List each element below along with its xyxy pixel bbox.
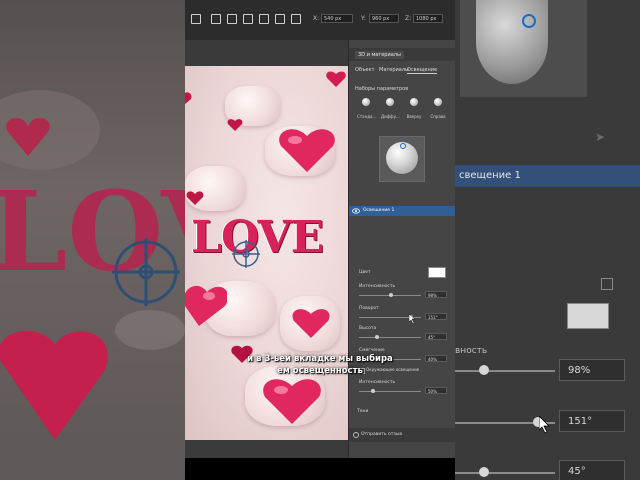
blurred-slider-knob: [479, 467, 489, 477]
feedback-bar: Отправить отзыв: [349, 428, 455, 442]
heart-icon: [279, 129, 335, 172]
blurred-slider-knob: [479, 365, 489, 375]
blurred-cursor-icon: [539, 416, 550, 434]
y-label: Y:: [361, 15, 366, 22]
blurred-preview-box: [460, 0, 587, 97]
blurred-background-right: ➤ свещение 1 вность 98% 151° 45°: [455, 0, 640, 480]
heart-icon: [292, 309, 330, 338]
align-left-icon[interactable]: [211, 14, 221, 24]
light-color-swatch[interactable]: [428, 267, 446, 278]
subtitle-line-2: ем освещенность: [277, 366, 363, 376]
subtitle-line-1: и в 3-ьей вкладке мы выбира: [247, 354, 393, 364]
preset-top-label: Вверху: [406, 114, 422, 119]
feedback-icon: [353, 432, 359, 438]
send-feedback-link[interactable]: Отправить отзыв: [361, 432, 402, 437]
light-position-handle[interactable]: [400, 143, 406, 149]
color-label: Цвет: [359, 270, 371, 275]
tab-lighting[interactable]: Освещение: [407, 67, 438, 74]
z-field[interactable]: 1080 px: [413, 14, 443, 23]
height-label: Высота: [359, 326, 377, 331]
light-target-icon[interactable]: [232, 240, 260, 268]
intensity-slider[interactable]: [359, 293, 421, 297]
height-slider[interactable]: [359, 335, 421, 339]
align-center-icon[interactable]: [227, 14, 237, 24]
blurred-preview-sphere: [476, 0, 548, 84]
presets-label: Наборы параметров: [355, 86, 409, 92]
z-label: Z:: [405, 15, 412, 22]
ambient-intensity-label: Интенсивность: [359, 380, 396, 385]
blurred-arrow-icon: ➤: [595, 130, 606, 144]
panel-header: 3D и материалы: [349, 48, 455, 61]
crosshair-icon: [112, 238, 180, 306]
rotation-field[interactable]: 151°: [425, 313, 447, 320]
align-top-icon[interactable]: [259, 14, 269, 24]
y-field[interactable]: 960 px: [369, 14, 399, 23]
preset-standard-icon[interactable]: [362, 98, 370, 106]
blurred-color-swatch: [567, 303, 609, 329]
heart-icon: [186, 191, 204, 205]
slider-knob[interactable]: [389, 293, 393, 297]
x-field[interactable]: 540 px: [321, 14, 353, 23]
intensity-field[interactable]: 98%: [425, 291, 447, 298]
3d-materials-panel: 3D и материалы Объект Материалы Освещени…: [348, 40, 455, 458]
heart-icon: [263, 379, 321, 424]
video-subtitle: и в 3-ьей вкладке мы выбира ем освещенно…: [240, 353, 400, 377]
slider-knob[interactable]: [371, 389, 375, 393]
light-layer-name: Освещение 1: [363, 208, 395, 213]
slider-knob[interactable]: [375, 335, 379, 339]
softness-field[interactable]: 40%: [425, 355, 447, 362]
align-middle-icon[interactable]: [275, 14, 285, 24]
preset-top-icon[interactable]: [410, 98, 418, 106]
blurred-intensity-label: вность: [455, 346, 488, 356]
blurred-layer-row: свещение 1: [455, 165, 640, 187]
distribute-icon[interactable]: [291, 14, 301, 24]
height-field[interactable]: 45°: [425, 333, 447, 340]
align-right-icon[interactable]: [243, 14, 253, 24]
preset-diffuse-icon[interactable]: [386, 98, 394, 106]
blurred-rotation-value: 151°: [559, 410, 625, 432]
home-icon[interactable]: [191, 14, 201, 24]
ambient-intensity-slider[interactable]: [359, 389, 421, 393]
blurred-intensity-value: 98%: [559, 359, 625, 381]
preset-diffuse-label: Диффу...: [381, 114, 400, 119]
preset-right-label: Справа: [430, 114, 446, 119]
preset-standard-label: Станда...: [357, 114, 377, 119]
blurred-background-left: LOVE: [0, 0, 185, 480]
intensity-label: Интенсивность: [359, 284, 396, 289]
heart-icon: [185, 92, 192, 104]
shadows-section-toggle[interactable]: Тени: [357, 409, 368, 414]
tab-materials[interactable]: Материалы: [379, 67, 409, 73]
light-layer-row[interactable]: Освещение 1: [349, 206, 455, 216]
photoshop-window: X: 540 px Y: 960 px Z: 1080 px LOVE 3D и…: [185, 0, 455, 458]
light-preview[interactable]: [379, 136, 425, 182]
preset-right-icon[interactable]: [434, 98, 442, 106]
heart-icon: [227, 119, 243, 131]
canvas-status-bar: [185, 440, 348, 458]
blurred-layer-label: свещение 1: [459, 170, 521, 181]
tab-object[interactable]: Объект: [355, 67, 375, 73]
mouse-cursor-icon: [409, 314, 416, 324]
panel-title[interactable]: 3D и материалы: [355, 51, 404, 59]
heart-icon: [326, 71, 346, 87]
heart-icon: [185, 286, 227, 326]
blurred-add-icon: [601, 278, 613, 290]
blurred-slider: [455, 472, 555, 474]
document-canvas[interactable]: LOVE: [185, 66, 348, 440]
x-label: X:: [313, 15, 320, 22]
rotation-label: Поворот: [359, 306, 379, 311]
blurred-height-value: 45°: [559, 460, 625, 480]
ambient-intensity-field[interactable]: 50%: [425, 387, 447, 394]
options-toolbar: X: 540 px Y: 960 px Z: 1080 px: [185, 0, 455, 40]
eye-icon[interactable]: [352, 208, 360, 214]
blurred-light-handle: [522, 14, 536, 28]
blurred-slider: [455, 370, 555, 372]
